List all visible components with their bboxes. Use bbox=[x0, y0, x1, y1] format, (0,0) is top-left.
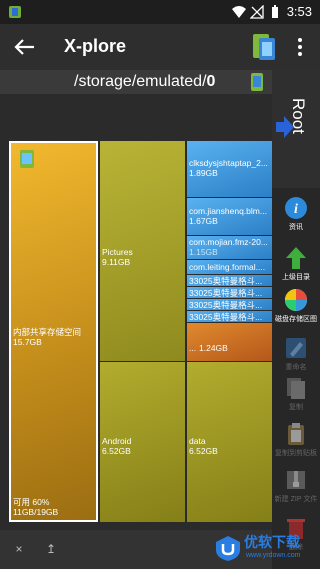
tool-label: 新建 ZIP 文件 bbox=[274, 496, 318, 503]
root-tab[interactable]: Root bbox=[272, 70, 320, 188]
tile-size: 1.24GB bbox=[199, 343, 228, 353]
tile-label: Android bbox=[102, 436, 132, 446]
free-space: 可用 60% bbox=[13, 497, 50, 507]
signal-off-icon bbox=[250, 5, 264, 19]
tile-label: ... bbox=[189, 343, 197, 353]
disk-map: 内部共享存储空间 15.7GB 可用 60% 11GB/19GB Picture… bbox=[0, 94, 272, 530]
rename-icon bbox=[286, 338, 306, 358]
tile-label: com.leiting.formal.... bbox=[189, 262, 266, 272]
tile-label: 内部共享存储空间 bbox=[13, 327, 82, 337]
status-bar: 3:53 bbox=[0, 0, 320, 24]
tile-android[interactable]: Android 6.52GB bbox=[100, 362, 185, 522]
tile-label: 33025奥特曼格斗... bbox=[189, 288, 263, 298]
tile-size: 6.52GB bbox=[102, 446, 131, 456]
back-arrow-icon[interactable] bbox=[12, 34, 38, 60]
tool-label: 磁盘存储区图 bbox=[275, 316, 317, 323]
svg-text:i: i bbox=[294, 202, 298, 217]
tile-other[interactable]: ... 1.24GB bbox=[187, 323, 272, 361]
tile-app[interactable]: 33025奥特曼格斗... bbox=[187, 311, 272, 322]
watermark-text: 优软下载 bbox=[244, 534, 300, 550]
copy-button[interactable]: 复制 bbox=[272, 372, 320, 424]
tile-label: clksdysjshtaptap_2... bbox=[189, 158, 268, 168]
tile-label: com.jianshenq.blm... bbox=[189, 206, 267, 216]
more-options-icon[interactable] bbox=[292, 36, 308, 58]
info-icon: i bbox=[285, 197, 307, 219]
tool-label: 复制 bbox=[289, 404, 303, 411]
info-button[interactable]: i 资讯 bbox=[272, 192, 320, 244]
current-path: /storage/emulated/0 bbox=[74, 73, 216, 90]
tool-label: 上级目录 bbox=[282, 274, 310, 281]
app-bar: X-plore bbox=[0, 24, 320, 70]
app-title: X-plore bbox=[64, 36, 127, 56]
tile-size: 1.15GB bbox=[189, 247, 218, 257]
tile-label: 33025奥特曼格斗... bbox=[189, 276, 263, 286]
wifi-icon bbox=[232, 6, 246, 18]
battery-icon bbox=[272, 5, 278, 18]
tile-app[interactable]: com.leiting.formal.... bbox=[187, 260, 272, 274]
clock: 3:53 bbox=[286, 4, 312, 19]
tile-app[interactable]: 33025奥特曼格斗... bbox=[187, 275, 272, 286]
pin-icon[interactable]: ↥ bbox=[44, 542, 58, 556]
tile-label: com.mojian.fmz-20... bbox=[189, 237, 268, 247]
path-bar[interactable]: /storage/emulated/0 bbox=[0, 70, 272, 94]
tile-size: 15.7GB bbox=[13, 337, 42, 347]
tile-app[interactable]: clksdysjshtaptap_2... 1.89GB bbox=[187, 141, 272, 197]
right-arrow-icon bbox=[276, 116, 294, 138]
watermark-url: www.yrdown.com bbox=[246, 552, 301, 559]
copy-icon bbox=[287, 378, 305, 399]
tool-label: 资讯 bbox=[289, 224, 303, 231]
close-icon[interactable]: × bbox=[12, 542, 26, 556]
watermark-logo-icon bbox=[216, 536, 240, 561]
notification-app-icon bbox=[9, 6, 21, 18]
tile-pictures[interactable]: Pictures 9.11GB bbox=[100, 141, 185, 361]
right-panel: Root i 资讯 上级目录 磁盘存储区图 重命名 复制 复制到剪贴板 新建 Z… bbox=[272, 70, 320, 569]
tile-label: 33025奥特曼格斗... bbox=[189, 312, 263, 322]
tile-size: 9.11GB bbox=[102, 257, 131, 267]
tile-app[interactable]: 33025奥特曼格斗... bbox=[187, 287, 272, 298]
clipboard-button[interactable]: 复制到剪贴板 bbox=[272, 418, 320, 470]
tile-size: 1.67GB bbox=[189, 216, 218, 226]
tile-internal-storage[interactable]: 内部共享存储空间 15.7GB 可用 60% 11GB/19GB bbox=[9, 141, 98, 522]
disk-map-icon bbox=[285, 289, 307, 311]
storage-icon bbox=[251, 73, 263, 91]
tile-app[interactable]: com.jianshenq.blm... 1.67GB bbox=[187, 198, 272, 235]
tile-size: 1.89GB bbox=[189, 168, 218, 178]
tile-app[interactable]: 33025奥特曼格斗... bbox=[187, 299, 272, 310]
tile-label: data bbox=[189, 436, 206, 446]
up-arrow-icon bbox=[286, 247, 306, 269]
usage: 11GB/19GB bbox=[13, 507, 59, 517]
zip-icon bbox=[287, 471, 305, 489]
new-zip-button[interactable]: 新建 ZIP 文件 bbox=[272, 464, 320, 516]
tile-size: 6.52GB bbox=[189, 446, 218, 456]
xplore-app-icon[interactable] bbox=[250, 32, 278, 62]
tile-app[interactable]: com.mojian.fmz-20... 1.15GB bbox=[187, 236, 272, 259]
tile-data[interactable]: data 6.52GB bbox=[187, 362, 272, 522]
tool-label: 重命名 bbox=[285, 364, 307, 371]
phone-icon bbox=[20, 150, 34, 168]
clipboard-icon bbox=[288, 423, 304, 445]
tool-label: 复制到剪贴板 bbox=[275, 450, 317, 457]
watermark: 优软下载 www.yrdown.com bbox=[210, 528, 320, 569]
disk-map-button[interactable]: 磁盘存储区图 bbox=[272, 284, 320, 336]
tile-label: 33025奥特曼格斗... bbox=[189, 300, 263, 310]
tile-label: Pictures bbox=[102, 247, 133, 257]
